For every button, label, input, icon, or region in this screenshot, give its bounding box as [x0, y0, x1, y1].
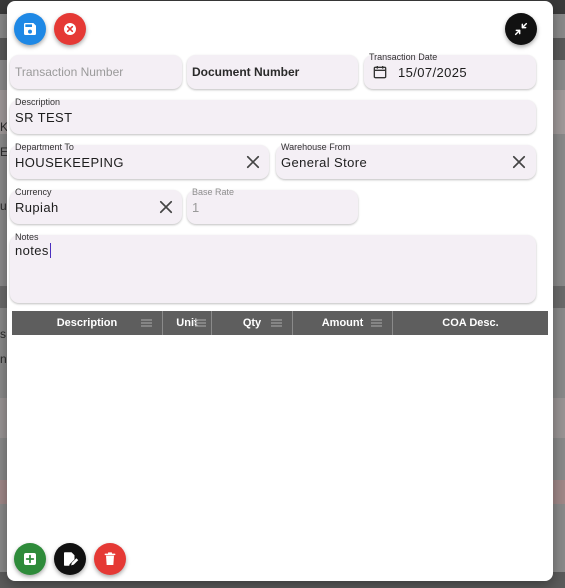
transaction-date-value: 15/07/2025 [398, 65, 468, 80]
column-menu-icon[interactable] [271, 319, 282, 327]
close-circle-icon [64, 23, 76, 35]
edit-document-icon [64, 552, 79, 566]
warehouse-from-label: Warehouse From [281, 142, 351, 152]
description-value: SR TEST [15, 110, 73, 125]
warehouse-from-value: General Store [281, 155, 368, 170]
currency-label: Currency [15, 187, 52, 197]
column-header-amount[interactable]: Amount [293, 311, 393, 335]
column-header-description[interactable]: Description [12, 311, 163, 335]
column-menu-icon[interactable] [141, 319, 152, 327]
document-number-field[interactable]: Document Number [187, 55, 358, 89]
column-header-unit[interactable]: Unit [163, 311, 212, 335]
transaction-dialog: Transaction Number Document Number Trans… [7, 1, 553, 581]
delete-row-button[interactable] [94, 543, 126, 575]
department-to-value: HOUSEKEEPING [15, 155, 124, 170]
currency-field[interactable]: Currency Rupiah [10, 187, 182, 224]
items-grid-header: Description Unit Qty Amount COA Desc. [12, 311, 548, 335]
department-to-field[interactable]: Department To HOUSEKEEPING [10, 142, 269, 179]
notes-value: notes [15, 243, 49, 258]
collapse-arrows-icon [514, 22, 528, 36]
floppy-disk-icon [24, 23, 36, 35]
notes-field[interactable]: Notes notes [10, 232, 536, 303]
column-header-label: Qty [242, 317, 262, 329]
text-caret [49, 243, 51, 258]
column-header-label: Description [56, 317, 118, 329]
base-rate-value: 1 [192, 200, 200, 215]
column-menu-icon[interactable] [195, 319, 206, 327]
column-header-coa-desc[interactable]: COA Desc. [393, 311, 548, 335]
base-rate-field: Base Rate 1 [187, 187, 358, 224]
clear-department-icon[interactable] [244, 153, 262, 171]
description-label: Description [15, 97, 61, 107]
clear-warehouse-icon[interactable] [510, 153, 528, 171]
transaction-number-field[interactable]: Transaction Number [10, 55, 182, 89]
minimize-button[interactable] [505, 13, 537, 45]
column-header-qty[interactable]: Qty [212, 311, 293, 335]
backdrop-text: u [0, 199, 7, 213]
edit-row-button[interactable] [54, 543, 86, 575]
notes-value-line: notes [15, 243, 51, 258]
backdrop-text: n [0, 352, 7, 366]
currency-value: Rupiah [15, 200, 59, 215]
backdrop-text: s [0, 327, 6, 341]
column-menu-icon[interactable] [371, 319, 382, 327]
column-header-label: COA Desc. [442, 317, 499, 329]
transaction-number-placeholder: Transaction Number [15, 65, 124, 79]
document-number-placeholder: Document Number [192, 65, 300, 79]
department-to-label: Department To [15, 142, 74, 152]
column-header-label: Amount [321, 317, 364, 329]
add-row-icon [24, 553, 36, 565]
transaction-date-label: Transaction Date [369, 52, 438, 62]
cancel-button[interactable] [54, 13, 86, 45]
base-rate-label: Base Rate [192, 187, 235, 197]
calendar-icon[interactable] [372, 64, 388, 80]
save-button[interactable] [14, 13, 46, 45]
warehouse-from-field[interactable]: Warehouse From General Store [276, 142, 536, 179]
clear-currency-icon[interactable] [157, 198, 175, 216]
transaction-date-field[interactable]: Transaction Date 15/07/2025 [364, 52, 536, 89]
add-row-button[interactable] [14, 543, 46, 575]
trash-icon [104, 552, 116, 565]
description-field[interactable]: Description SR TEST [10, 97, 536, 134]
notes-label: Notes [15, 232, 39, 242]
